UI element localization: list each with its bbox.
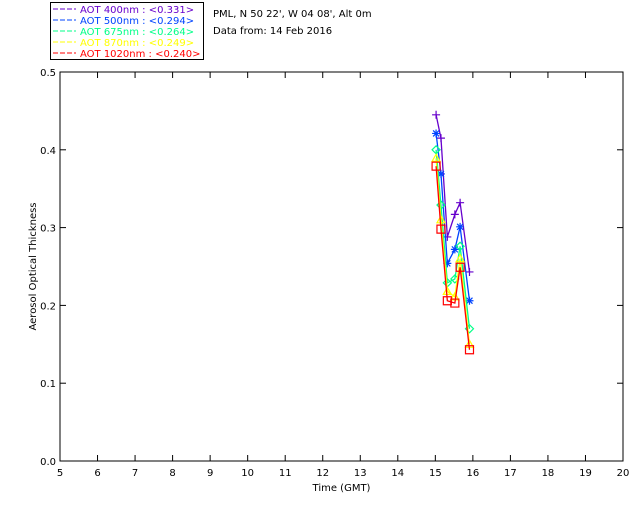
y-tick-label: 0.1 xyxy=(40,379,56,390)
x-tick-label: 9 xyxy=(207,468,213,479)
y-tick-label: 0.3 xyxy=(40,224,56,235)
data-point xyxy=(443,232,452,241)
x-axis-label: Time (GMT) xyxy=(312,483,371,494)
chart-svg: 5 6 7 8 9 10 11 12 13 14 15 16 17 18 19 20 0.0 0.1 0.2 0.3 0… xyxy=(28,2,630,494)
x-tick-label: 18 xyxy=(542,468,555,479)
legend-entry: AOT 870nm : <0.249> xyxy=(80,38,194,49)
info-line: PML, N 50 22', W 04 08', Alt 0m xyxy=(213,9,372,20)
x-tick-label: 15 xyxy=(429,468,442,479)
legend-entry: AOT 675nm : <0.264> xyxy=(80,27,194,38)
data-point xyxy=(432,110,441,119)
y-tick-label: 0.4 xyxy=(40,146,56,157)
x-tick-label: 13 xyxy=(354,468,367,479)
x-tick-label: 7 xyxy=(132,468,138,479)
x-tick-label: 19 xyxy=(579,468,592,479)
y-tick-label: 0.2 xyxy=(40,301,56,312)
x-tick-label: 10 xyxy=(241,468,254,479)
plot-frame xyxy=(59,71,624,462)
legend-entry: AOT 1020nm : <0.240> xyxy=(80,49,200,60)
legend-entry: AOT 400nm : <0.331> xyxy=(80,5,194,16)
x-tick-label: 8 xyxy=(169,468,175,479)
x-tick-label: 5 xyxy=(57,468,63,479)
data-point xyxy=(432,129,441,138)
legend-entry: AOT 500nm : <0.294> xyxy=(80,16,194,27)
data-point xyxy=(450,210,459,219)
y-axis-label: Aerosol Optical Thickness xyxy=(28,202,39,330)
chart: 5 6 7 8 9 10 11 12 13 14 15 16 17 18 19 20 0.0 0.1 0.2 0.3 0… xyxy=(0,0,640,512)
data-point xyxy=(456,198,465,207)
x-tick-label: 16 xyxy=(466,468,479,479)
x-tick-label: 6 xyxy=(94,468,100,479)
x-tick-label: 11 xyxy=(279,468,292,479)
data-point xyxy=(450,245,459,254)
x-tick-label: 14 xyxy=(391,468,404,479)
y-tick-label: 0.0 xyxy=(40,457,56,468)
x-tick-label: 20 xyxy=(617,468,630,479)
x-tick-label: 17 xyxy=(504,468,517,479)
data-point xyxy=(456,222,465,231)
x-tick-label: 12 xyxy=(316,468,329,479)
info-line: Data from: 14 Feb 2016 xyxy=(213,26,332,37)
y-tick-label: 0.5 xyxy=(40,68,56,79)
